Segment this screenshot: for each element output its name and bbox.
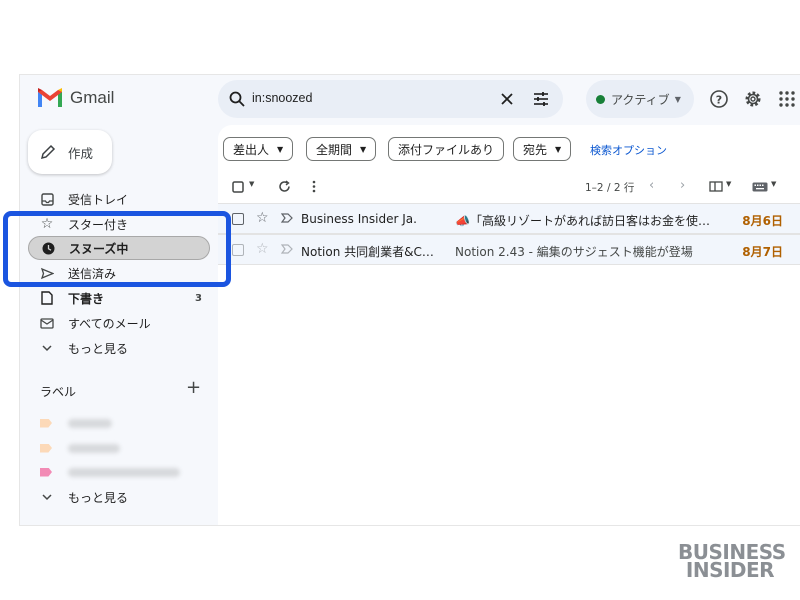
- sidebar-item-label: もっと見る: [68, 341, 129, 356]
- apps-grid-icon[interactable]: [777, 89, 797, 109]
- drafts-count: 3: [195, 292, 202, 304]
- chevron-down-icon: [40, 490, 54, 504]
- next-page-icon[interactable]: ›: [680, 178, 685, 193]
- prev-page-icon[interactable]: ‹: [649, 178, 654, 193]
- email-sender: Business Insider Ja.: [301, 212, 417, 226]
- refresh-icon[interactable]: [278, 180, 291, 193]
- search-options-icon[interactable]: [532, 90, 550, 108]
- email-subject: 📣「高級リゾートがあれば訪日客はお金を使…: [455, 214, 710, 228]
- chevron-down-icon: ▼: [674, 94, 681, 104]
- split-view-chevron-icon[interactable]: ▼: [726, 180, 731, 188]
- app-name: Gmail: [70, 88, 115, 107]
- search-input[interactable]: in:snoozed: [252, 91, 312, 105]
- filter-chip-attachment[interactable]: 添付ファイルあり: [388, 137, 505, 161]
- filter-chip-to[interactable]: 宛先 ▼: [513, 137, 572, 161]
- blurred-label-name: [68, 418, 112, 428]
- input-tools-chevron-icon[interactable]: ▼: [771, 180, 776, 188]
- email-subject: Notion 2.43 - 編集のサジェスト機能が登場: [455, 245, 693, 259]
- sidebar-item-label: 受信トレイ: [68, 192, 129, 207]
- all-mail-icon: [40, 316, 54, 330]
- blurred-label-name: [68, 443, 120, 453]
- chevron-down-icon: ▼: [555, 144, 562, 154]
- blurred-label-name: [68, 467, 180, 477]
- search-icon[interactable]: [228, 90, 246, 108]
- email-row[interactable]: ☆ Notion 共同創業者&C… Notion 2.43 - 編集のサジェスト…: [218, 234, 800, 265]
- gmail-window: Gmail in:snoozed アクティブ ▼ ? 作成 受信トレイ ☆ スタ…: [19, 74, 800, 526]
- email-date: 8月6日: [742, 214, 783, 228]
- importance-marker-icon[interactable]: [281, 212, 293, 224]
- compose-label: 作成: [68, 145, 94, 161]
- chip-label: 差出人: [233, 142, 270, 157]
- pencil-icon: [40, 144, 56, 160]
- status-dot: [596, 94, 605, 104]
- chip-label: 全期間: [316, 142, 353, 157]
- email-date: 8月7日: [742, 245, 783, 259]
- highlight-box: [3, 211, 231, 287]
- split-view-icon[interactable]: [709, 181, 723, 192]
- labels-heading: ラベル: [40, 385, 77, 399]
- pagination-label: 1–2 / 2 行: [585, 182, 635, 194]
- main-panel: 差出人 ▼ 全期間 ▼ 添付ファイルあり 宛先 ▼ 検索オプション ▼ 1–2 …: [218, 125, 800, 525]
- label-item[interactable]: [40, 441, 120, 455]
- filter-chip-from[interactable]: 差出人 ▼: [223, 137, 294, 161]
- watermark-line: INSIDER: [685, 558, 775, 582]
- gmail-logo[interactable]: Gmail: [36, 87, 114, 109]
- importance-marker-icon[interactable]: [281, 243, 293, 255]
- star-icon[interactable]: ☆: [256, 210, 269, 226]
- advanced-search-link[interactable]: 検索オプション: [590, 142, 667, 158]
- status-label: アクティブ: [611, 92, 670, 107]
- label-tag-icon: [40, 467, 52, 477]
- help-icon[interactable]: ?: [709, 89, 729, 109]
- sidebar-item-more[interactable]: もっと見る: [28, 336, 210, 360]
- sidebar-item-label: 下書き: [68, 291, 105, 306]
- chip-label: 宛先: [523, 142, 548, 157]
- svg-text:?: ?: [716, 94, 722, 107]
- row-checkbox[interactable]: [232, 213, 244, 225]
- star-icon[interactable]: ☆: [256, 241, 269, 257]
- keyboard-icon[interactable]: [752, 182, 768, 192]
- sidebar-item-drafts[interactable]: 下書き 3: [28, 286, 210, 310]
- draft-icon: [40, 291, 54, 305]
- label-item[interactable]: [40, 465, 180, 479]
- chevron-down-icon: ▼: [360, 144, 367, 154]
- email-sender: Notion 共同創業者&C…: [301, 245, 434, 259]
- label-item[interactable]: [40, 416, 112, 430]
- gear-icon[interactable]: [743, 89, 763, 109]
- sidebar-labels-more[interactable]: もっと見る: [28, 485, 210, 509]
- search-bar[interactable]: in:snoozed: [218, 80, 563, 118]
- select-menu-chevron-icon[interactable]: ▼: [249, 180, 254, 188]
- sidebar-item-label: すべてのメール: [68, 316, 151, 331]
- label-tag-icon: [40, 418, 52, 428]
- email-row[interactable]: ☆ Business Insider Ja. 📣「高級リゾートがあれば訪日客はお…: [218, 203, 800, 234]
- more-vert-icon[interactable]: [311, 180, 317, 193]
- close-icon[interactable]: [498, 90, 516, 108]
- filter-chip-date[interactable]: 全期間 ▼: [306, 137, 377, 161]
- business-insider-watermark: BUSINESS INSIDER: [678, 542, 786, 582]
- label-tag-icon: [40, 443, 52, 453]
- sidebar-item-label: もっと見る: [68, 490, 129, 505]
- sidebar-item-inbox[interactable]: 受信トレイ: [28, 187, 210, 211]
- gmail-m-icon: [38, 88, 62, 107]
- sidebar-item-all-mail[interactable]: すべてのメール: [28, 311, 210, 335]
- select-all-checkbox[interactable]: [232, 181, 244, 193]
- inbox-icon: [40, 192, 54, 206]
- chevron-down-icon: ▼: [277, 144, 284, 154]
- chip-label: 添付ファイルあり: [398, 142, 495, 157]
- row-checkbox[interactable]: [232, 244, 244, 256]
- chevron-down-icon: [40, 341, 54, 355]
- status-selector[interactable]: アクティブ ▼: [586, 80, 694, 118]
- compose-button[interactable]: 作成: [28, 130, 112, 174]
- add-label-icon[interactable]: +: [186, 377, 201, 398]
